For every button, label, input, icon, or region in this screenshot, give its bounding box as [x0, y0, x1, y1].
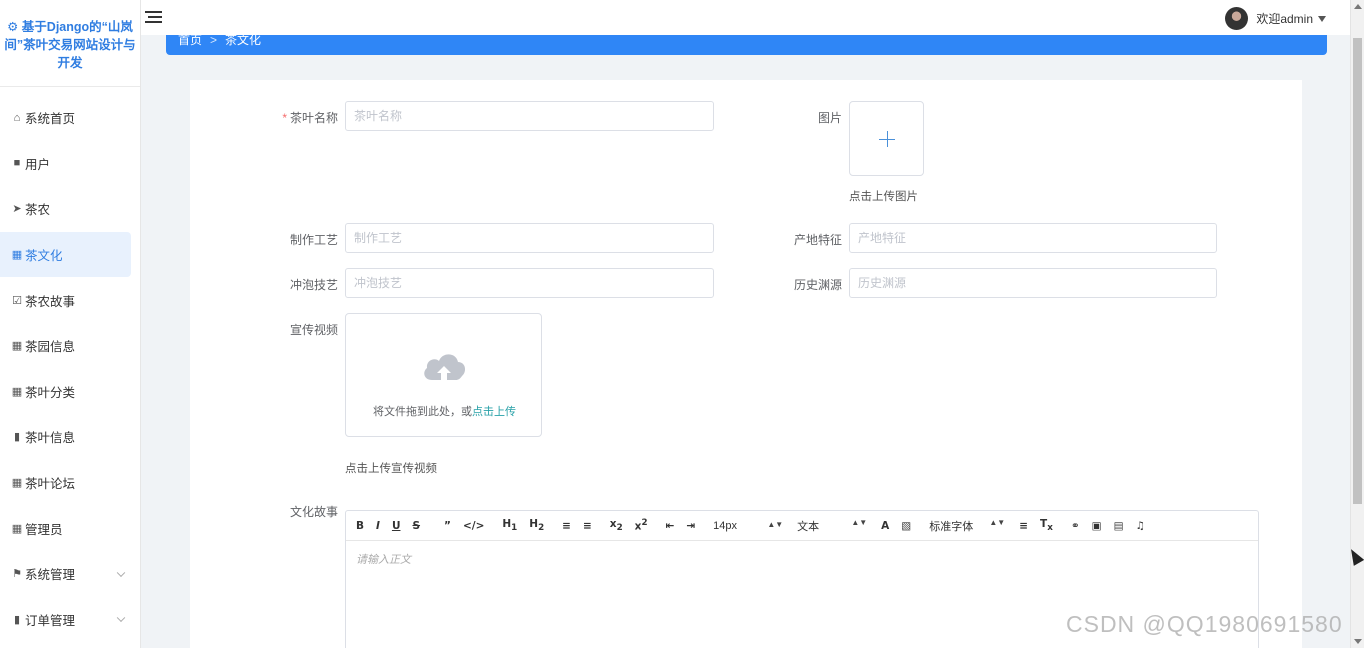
craft-input[interactable]: 制作工艺	[345, 223, 714, 253]
caret-down-icon	[1318, 15, 1326, 22]
avatar	[1225, 7, 1249, 30]
send-icon: ➤	[12, 203, 22, 216]
scroll-up-icon[interactable]	[1354, 4, 1362, 9]
underline-button[interactable]: U	[392, 520, 401, 532]
sidebar-item-admins[interactable]: ▦ 管理员	[0, 505, 140, 551]
code-button[interactable]: </>	[463, 520, 484, 532]
grid-icon: ▦	[11, 340, 23, 353]
h2-button[interactable]: H2	[529, 518, 544, 533]
chat-icon: ▮	[13, 613, 21, 626]
breadcrumb-current: 茶文化	[225, 33, 262, 47]
tea-name-input[interactable]: 茶叶名称	[345, 101, 714, 131]
video-icon[interactable]: ▤	[1114, 520, 1124, 532]
updown-icon: ▲▼	[851, 517, 868, 527]
history-input[interactable]: 历史渊源	[849, 268, 1217, 298]
sidebar: ⚙ 基于Django的“山岚间”茶叶交易网站设计与开发 ⌂ 系统首页 ■ 用户 ➤ 茶…	[0, 0, 141, 648]
origin-label: 产地特征	[793, 233, 842, 247]
top-bar: 欢迎admin	[141, 0, 1350, 35]
chat-icon: ▮	[13, 431, 21, 444]
bullet-list-button[interactable]: ≡	[583, 520, 592, 532]
sidebar-item-farmer-stories[interactable]: ☑ 茶农故事	[0, 277, 140, 323]
breadcrumb-home[interactable]: 首页	[178, 33, 202, 47]
font-size-select[interactable]: 14px ▲▼	[713, 520, 783, 532]
watermark: CSDN @QQ1980691580	[1066, 611, 1343, 637]
sidebar-item-home[interactable]: ⌂ 系统首页	[0, 95, 140, 141]
editor-toolbar: B I U S ” </> H1 H2 ≡ ≡ x2 x2 ⇤ ⇥ 14px ▲▼…	[346, 511, 1258, 541]
home-icon: ⌂	[13, 111, 21, 124]
breadcrumb: 首页 > 茶文化	[166, 33, 1327, 55]
image-upload-box[interactable]	[849, 101, 924, 176]
sidebar-item-garden-info[interactable]: ▦ 茶园信息	[0, 323, 140, 369]
cloud-upload-icon	[424, 354, 466, 380]
clear-format-button[interactable]: Tx	[1040, 518, 1053, 533]
scroll-down-icon[interactable]	[1354, 639, 1362, 644]
chevron-down-icon	[116, 568, 126, 577]
updown-icon: ▲▼	[989, 517, 1006, 527]
checkbox-icon: ☑	[12, 294, 22, 307]
bold-button[interactable]: B	[356, 520, 364, 532]
align-button[interactable]: ≡	[1019, 520, 1028, 532]
video-upload-dropzone[interactable]: 将文件拖到此处，或点击上传	[345, 313, 542, 437]
image-upload-hint: 点击上传图片	[849, 191, 918, 203]
blockquote-button[interactable]: ”	[444, 520, 451, 532]
welcome-text: 欢迎admin	[1256, 12, 1313, 26]
editor-content[interactable]: 请输入正文	[346, 541, 1258, 577]
app-logo-icon: ⚙	[7, 20, 19, 34]
updown-icon: ▲▼	[767, 519, 784, 529]
superscript-button[interactable]: x2	[635, 518, 648, 533]
breadcrumb-separator: >	[210, 33, 218, 47]
required-mark: *	[282, 111, 287, 125]
ordered-list-button[interactable]: ≡	[562, 520, 571, 532]
brew-input[interactable]: 冲泡技艺	[345, 268, 714, 298]
craft-label: 制作工艺	[289, 233, 338, 247]
sidebar-item-order-management[interactable]: ▮ 订单管理	[0, 597, 140, 643]
upload-link[interactable]: 点击上传	[472, 406, 516, 418]
h1-button[interactable]: H1	[502, 518, 517, 533]
sidebar-item-tea-culture[interactable]: ▦ 茶文化	[0, 231, 131, 278]
link-icon[interactable]: ⚭	[1071, 520, 1080, 532]
origin-input[interactable]: 产地特征	[849, 223, 1217, 253]
sidebar-item-system-management[interactable]: ⚑ 系统管理	[0, 551, 140, 597]
sidebar-item-tea-forum[interactable]: ▦ 茶叶论坛	[0, 460, 140, 506]
audio-icon[interactable]: ♫	[1136, 520, 1145, 532]
grid-icon: ▦	[11, 477, 23, 490]
grid-icon: ▦	[11, 522, 23, 535]
outdent-button[interactable]: ⇤	[666, 520, 675, 532]
italic-button[interactable]: I	[376, 520, 380, 532]
indent-button[interactable]: ⇥	[686, 520, 695, 532]
sidebar-item-tea-category[interactable]: ▦ 茶叶分类	[0, 369, 140, 415]
chevron-down-icon	[116, 613, 126, 623]
sidebar-item-users[interactable]: ■ 用户	[0, 141, 140, 187]
grid-icon: ▦	[11, 249, 23, 262]
video-label: 宣传视频	[289, 323, 338, 337]
form-card: * 茶叶名称 茶叶名称 图片 点击上传图片 制作工艺 制作工艺 产地特征 产地特征…	[190, 80, 1302, 648]
background-color-button[interactable]: ▧	[901, 520, 911, 532]
user-menu[interactable]: 欢迎admin	[1225, 7, 1326, 30]
block-type-select[interactable]: 文本 ▲▼	[797, 518, 867, 534]
tea-name-label: * 茶叶名称	[282, 111, 338, 125]
font-family-select[interactable]: 标准字体 ▲▼	[929, 518, 1005, 534]
history-label: 历史渊源	[793, 278, 842, 292]
subscript-button[interactable]: x2	[610, 518, 623, 533]
image-label: 图片	[817, 111, 842, 125]
font-color-button[interactable]: A	[881, 520, 889, 532]
strike-button[interactable]: S	[412, 520, 420, 532]
sidebar-menu: ⌂ 系统首页 ■ 用户 ➤ 茶农 ▦ 茶文化 ☑ 茶农故事 ▦ 茶园信息 ▦ 茶叶分类 ▮ 茶叶…	[0, 95, 140, 642]
briefcase-icon: ■	[13, 157, 21, 170]
video-upload-hint: 点击上传宣传视频	[345, 463, 437, 475]
app-title: ⚙ 基于Django的“山岚间”茶叶交易网站设计与开发	[0, 0, 140, 87]
dropzone-text: 将文件拖到此处，或点击上传	[373, 406, 516, 418]
brew-label: 冲泡技艺	[289, 278, 338, 292]
sidebar-item-tea-info[interactable]: ▮ 茶叶信息	[0, 414, 140, 460]
scrollbar-thumb[interactable]	[1353, 38, 1362, 504]
image-icon[interactable]: ▣	[1092, 520, 1102, 532]
grid-icon: ▦	[11, 385, 23, 398]
menu-toggle-icon[interactable]	[145, 11, 162, 24]
story-label: 文化故事	[289, 505, 338, 519]
flag-icon: ⚑	[12, 568, 22, 581]
sidebar-item-farmers[interactable]: ➤ 茶农	[0, 186, 140, 232]
